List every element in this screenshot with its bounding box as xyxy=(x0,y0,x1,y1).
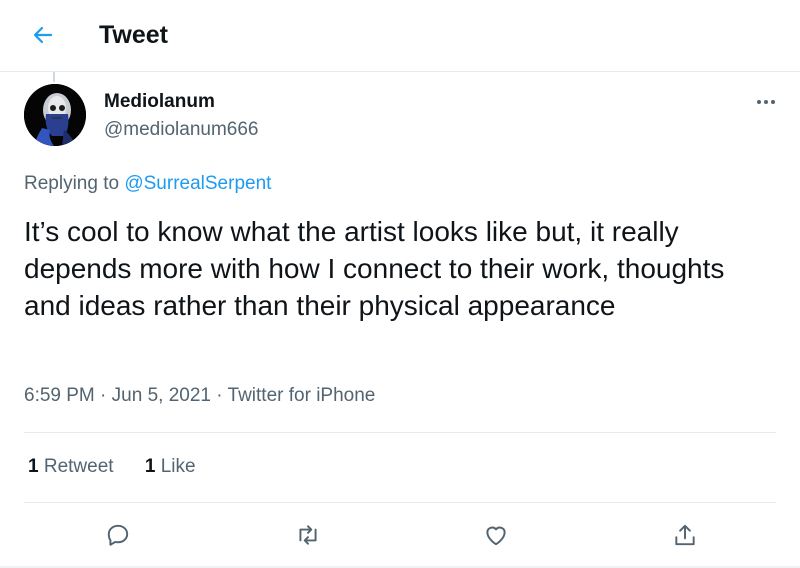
retweets-stat[interactable]: 1 Retweet xyxy=(28,456,114,477)
tweet-source[interactable]: Twitter for iPhone xyxy=(228,385,376,406)
share-button[interactable] xyxy=(668,518,702,552)
replying-to: Replying to @SurrealSerpent xyxy=(24,172,271,196)
divider xyxy=(24,502,776,503)
retweet-button[interactable] xyxy=(291,518,325,552)
page-title: Tweet xyxy=(99,21,168,49)
divider xyxy=(24,432,776,433)
meta-separator: · xyxy=(216,385,223,406)
arrow-left-icon xyxy=(33,26,53,44)
more-dots-icon xyxy=(757,100,775,104)
avatar-image-icon xyxy=(24,84,86,146)
tweet-time[interactable]: 6:59 PM xyxy=(24,385,95,406)
like-icon xyxy=(486,526,506,546)
more-options-button[interactable] xyxy=(752,88,780,116)
reply-button[interactable] xyxy=(101,518,135,552)
back-button[interactable] xyxy=(28,20,58,50)
retweet-icon xyxy=(299,525,317,545)
tweet-stats: 1 Retweet 1 Like xyxy=(28,455,222,479)
like-button[interactable] xyxy=(479,518,513,552)
likes-label: Like xyxy=(160,456,196,477)
thread-connector-line xyxy=(53,72,55,82)
likes-count: 1 xyxy=(144,456,156,477)
reply-icon xyxy=(107,524,129,546)
mention-link[interactable]: @SurrealSerpent xyxy=(124,173,271,194)
retweets-count: 1 xyxy=(28,456,39,477)
tweet-date[interactable]: Jun 5, 2021 xyxy=(112,385,211,406)
tweet-text: It’s cool to know what the artist looks … xyxy=(24,216,725,321)
header: Tweet xyxy=(0,0,800,72)
retweets-label: Retweet xyxy=(43,456,114,477)
share-icon xyxy=(675,524,695,546)
author-name[interactable]: Mediolanum xyxy=(104,90,215,114)
avatar[interactable] xyxy=(24,84,86,146)
replying-to-label: Replying to xyxy=(24,173,120,194)
tweet-meta: 6:59 PM · Jun 5, 2021 · Twitter for iPho… xyxy=(24,384,375,408)
likes-stat[interactable]: 1 Like xyxy=(145,456,196,477)
meta-separator: · xyxy=(100,385,107,406)
author-handle[interactable]: @mediolanum666 xyxy=(104,118,259,142)
